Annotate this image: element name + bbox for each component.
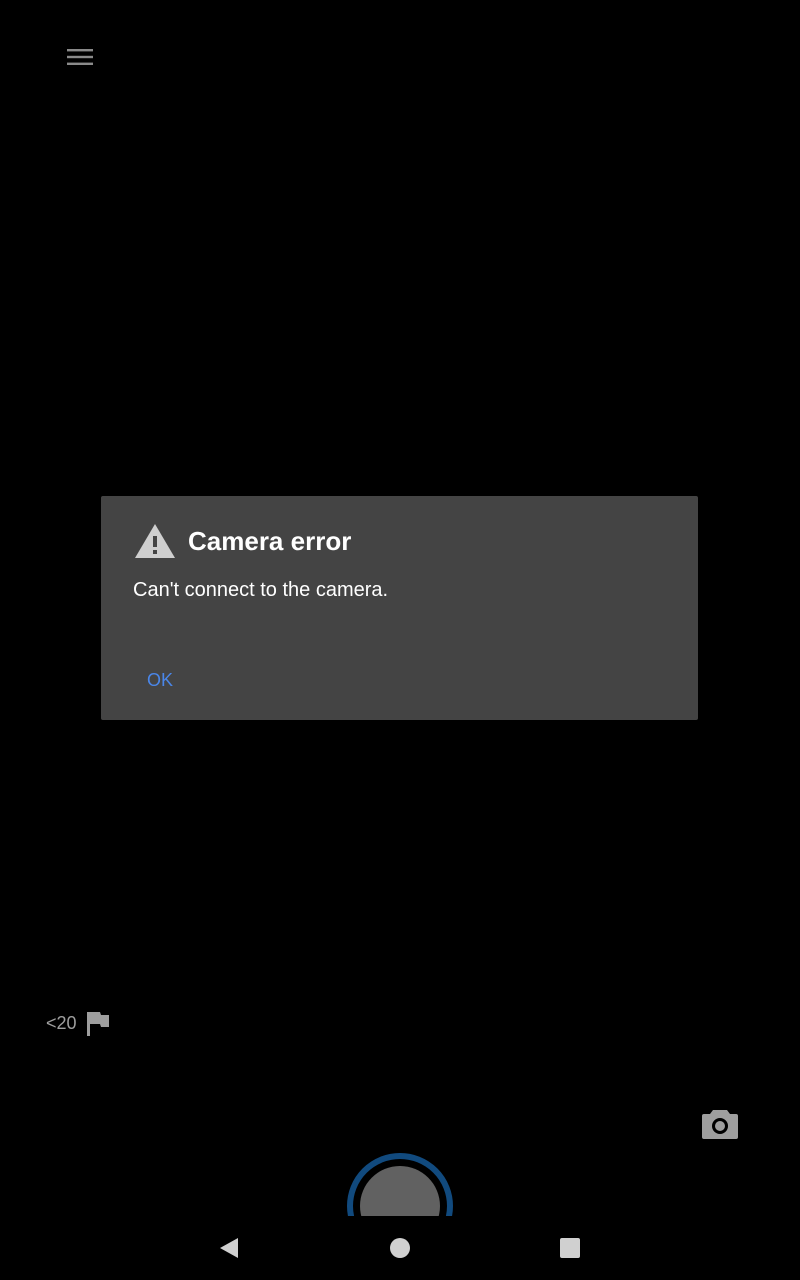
dialog-title: Camera error	[188, 526, 352, 556]
shutter-area	[340, 1148, 460, 1216]
camera-error-dialog: Camera error Can't connect to the camera…	[101, 496, 698, 720]
shutter-button[interactable]	[347, 1153, 453, 1216]
switch-camera-button[interactable]	[696, 1100, 744, 1148]
recents-square-icon	[560, 1238, 580, 1258]
system-navigation-bar	[0, 1216, 800, 1280]
ok-button[interactable]: OK	[131, 660, 189, 700]
dialog-message: Can't connect to the camera.	[133, 579, 389, 601]
menu-button[interactable]	[56, 36, 104, 78]
camera-icon	[702, 1110, 738, 1139]
storage-indicator: <20	[46, 1010, 109, 1036]
back-button[interactable]	[207, 1228, 251, 1268]
hamburger-menu-icon	[67, 49, 93, 65]
home-button[interactable]	[378, 1228, 422, 1268]
home-circle-icon	[390, 1238, 410, 1258]
dialog-header: Camera error	[134, 523, 351, 559]
remaining-shots-text: <20	[46, 1013, 77, 1033]
recents-button[interactable]	[548, 1228, 592, 1268]
warning-icon	[135, 524, 175, 558]
flag-icon	[86, 1012, 109, 1036]
shutter-button-inner	[360, 1166, 440, 1216]
back-triangle-icon	[220, 1238, 238, 1258]
